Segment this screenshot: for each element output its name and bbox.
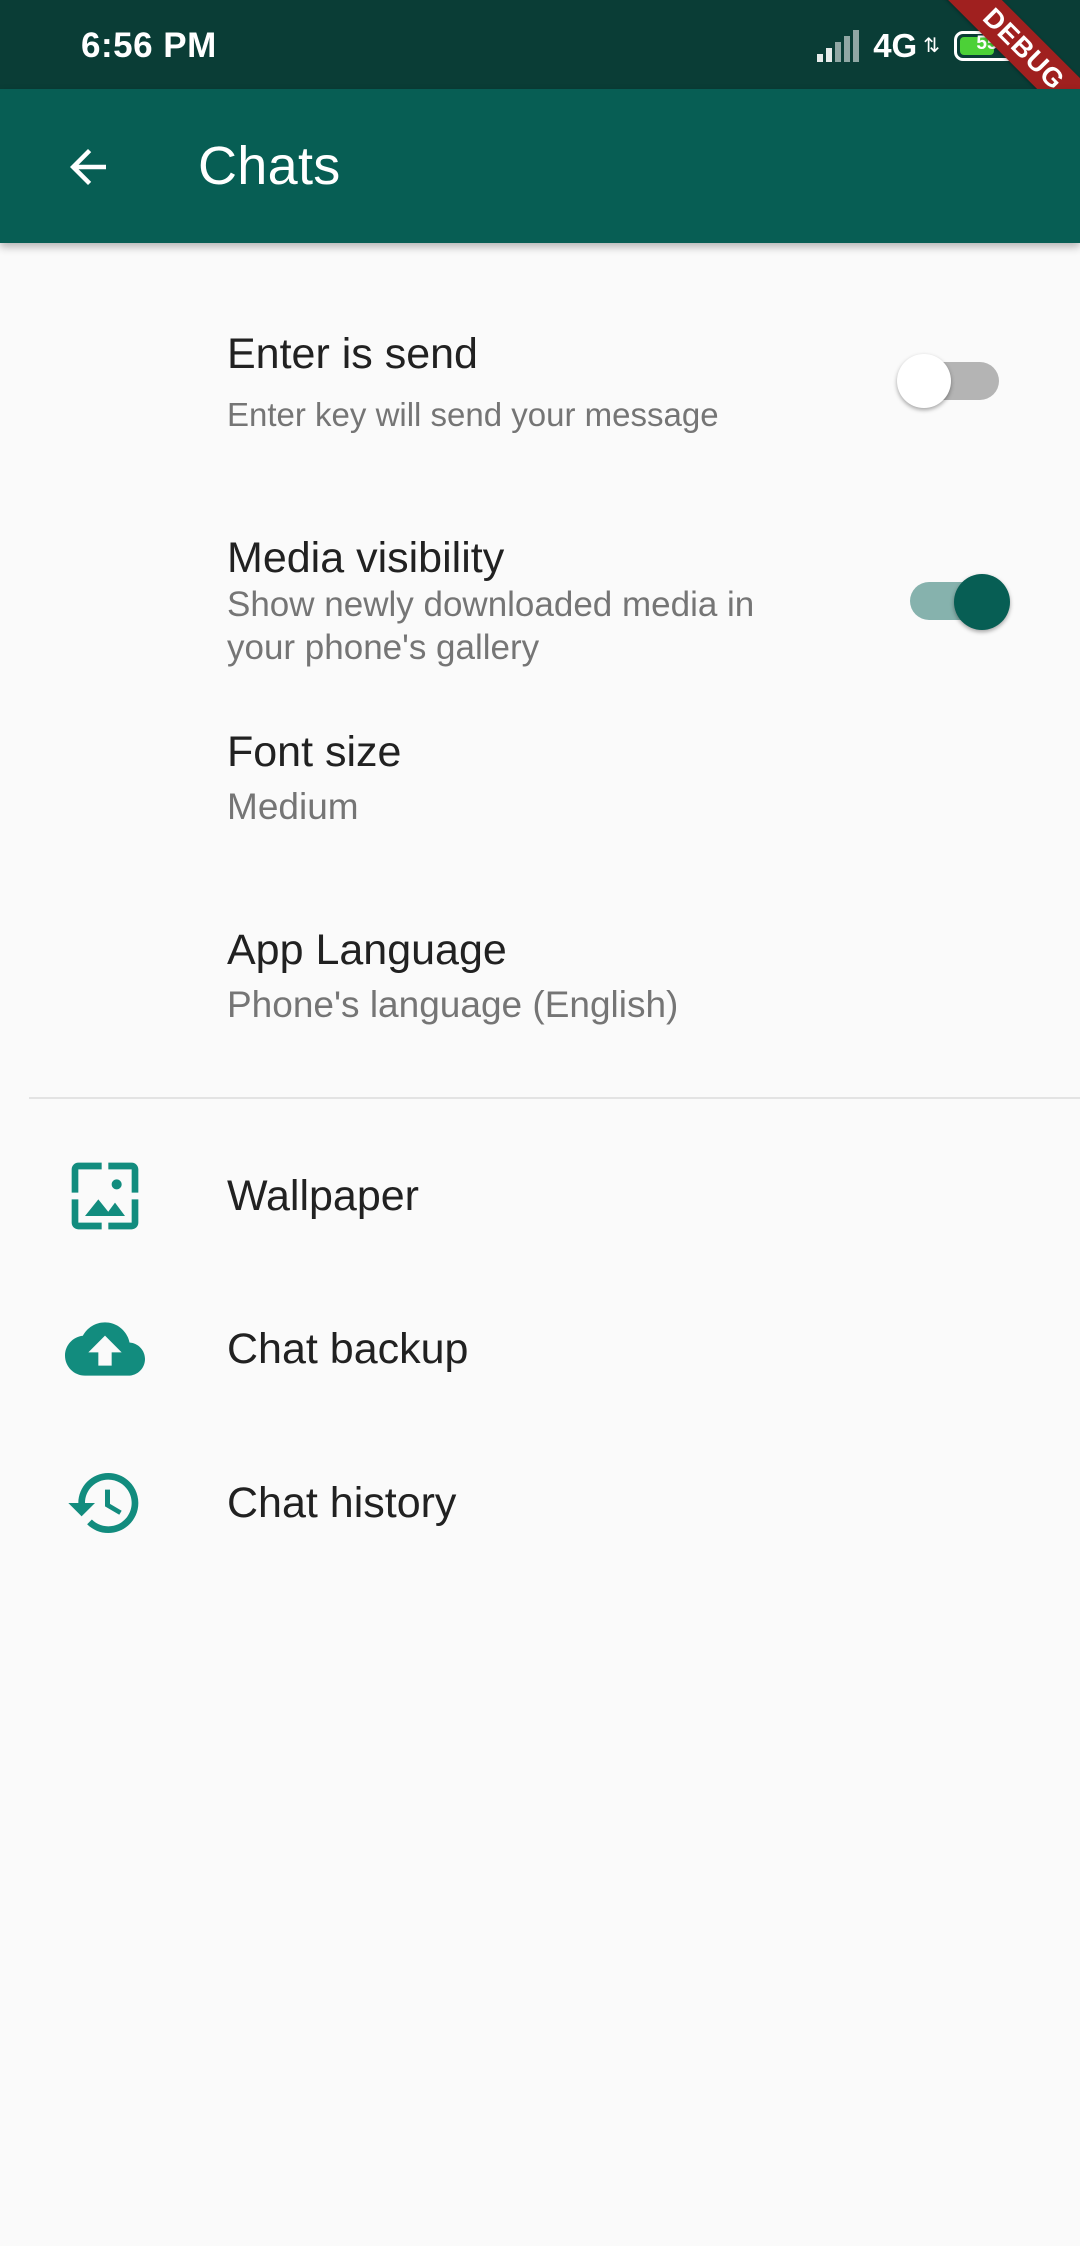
network-type: 4G [873,27,918,64]
switch-thumb [954,574,1010,630]
setting-title: Media visibility [227,534,505,582]
setting-enter-is-send[interactable]: Enter is send Enter key will send your m… [0,300,1080,470]
link-label: Chat history [227,1479,457,1527]
status-time: 6:56 PM [81,26,217,65]
setting-value: Medium [227,786,359,827]
setting-app-language[interactable]: App Language Phone's language (English) [0,908,1080,1058]
link-label: Chat backup [227,1325,469,1373]
status-bar: 6:56 PM 4G ⇅ 55 [0,0,1080,89]
setting-media-visibility[interactable]: Media visibility Show newly downloaded m… [0,510,1080,680]
data-activity-icon: ⇅ [923,35,940,57]
battery-icon: 55 [954,31,1020,61]
setting-subtitle: Enter key will send your message [227,396,719,433]
switch-thumb [897,354,951,408]
setting-subtitle-line2: your phone's gallery [227,628,540,667]
setting-title: App Language [227,926,507,974]
setting-font-size[interactable]: Font size Medium [0,710,1080,860]
cloud-upload-icon [65,1309,145,1389]
status-indicators: 4G ⇅ 55 [817,26,1020,66]
wallpaper-icon [65,1156,145,1236]
divider [29,1097,1080,1099]
app-bar: Chats [0,89,1080,243]
link-wallpaper[interactable]: Wallpaper [0,1120,1080,1270]
setting-value: Phone's language (English) [227,984,679,1025]
page-title: Chats [198,136,341,196]
link-chat-backup[interactable]: Chat backup [0,1273,1080,1423]
setting-title: Font size [227,728,402,776]
link-label: Wallpaper [227,1172,419,1220]
media-visibility-switch[interactable] [908,572,1014,630]
setting-title: Enter is send [227,330,478,378]
battery-level: 55 [976,33,998,54]
link-chat-history[interactable]: Chat history [0,1427,1080,1577]
history-icon [65,1463,145,1543]
signal-icon [817,30,860,62]
arrow-back-icon [70,149,106,185]
setting-subtitle-line1: Show newly downloaded media in [227,585,755,624]
back-button[interactable] [40,119,136,215]
enter-is-send-switch[interactable] [897,352,1003,408]
